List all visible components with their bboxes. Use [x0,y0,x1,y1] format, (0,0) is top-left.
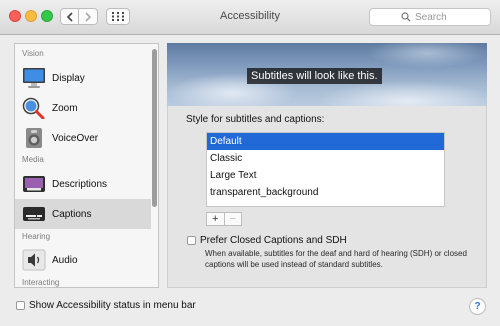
sidebar-item-display[interactable]: Display [15,63,151,93]
sidebar-item-zoom[interactable]: Zoom [15,93,151,123]
prefer-cc-label: Prefer Closed Captions and SDH [200,235,347,246]
sidebar-item-label: Descriptions [52,178,108,190]
section-header-media: Media [22,155,44,164]
sidebar-scrollbar[interactable] [152,49,157,207]
add-style-button[interactable]: + [207,213,224,225]
zoom-icon [22,97,46,119]
sidebar-item-voiceover[interactable]: VoiceOver [15,123,151,153]
captions-icon [22,203,46,225]
section-header-interacting: Interacting [22,278,60,287]
style-option-large-text[interactable]: Large Text [207,167,444,184]
search-input[interactable] [415,11,459,23]
prefer-cc-description: When available, subtitles for the deaf a… [205,249,467,269]
sidebar-item-label: VoiceOver [52,132,99,144]
caption-preview: Subtitles will look like this. [167,43,487,106]
sidebar-item-label: Display [52,72,85,84]
show-status-label: Show Accessibility status in menu bar [29,300,196,311]
preferences-window: Accessibility Vision Display [0,0,500,326]
sidebar-item-descriptions[interactable]: Descriptions [15,169,151,199]
caption-sample-text: Subtitles will look like this. [247,68,382,84]
help-button[interactable]: ? [469,298,486,315]
style-option-transparent-background[interactable]: transparent_background [207,184,444,201]
audio-icon [22,249,46,271]
sidebar-item-audio[interactable]: Audio [15,245,151,275]
titlebar: Accessibility [0,0,500,35]
sidebar-item-label: Audio [52,254,78,266]
sidebar-item-label: Captions [52,208,92,220]
search-field[interactable] [369,8,491,26]
search-icon [401,12,411,22]
section-header-vision: Vision [22,49,44,58]
sidebar-item-captions[interactable]: Captions [15,199,151,229]
section-header-hearing: Hearing [22,232,51,241]
add-remove-control: + − [206,212,242,226]
descriptions-icon [22,173,46,195]
sidebar: Vision Display Zoom VoiceOver Media Desc… [14,43,159,288]
style-list-label: Style for subtitles and captions: [186,114,325,125]
prefer-cc-checkbox[interactable] [187,236,196,245]
caption-style-list[interactable]: Default Classic Large Text transparent_b… [206,132,445,207]
style-option-default[interactable]: Default [207,133,444,150]
voiceover-icon [22,127,46,149]
remove-style-button[interactable]: − [223,213,242,225]
display-icon [22,67,46,89]
help-icon: ? [474,301,481,312]
sidebar-item-label: Zoom [52,102,78,114]
style-option-classic[interactable]: Classic [207,150,444,167]
show-status-checkbox[interactable] [16,301,25,310]
